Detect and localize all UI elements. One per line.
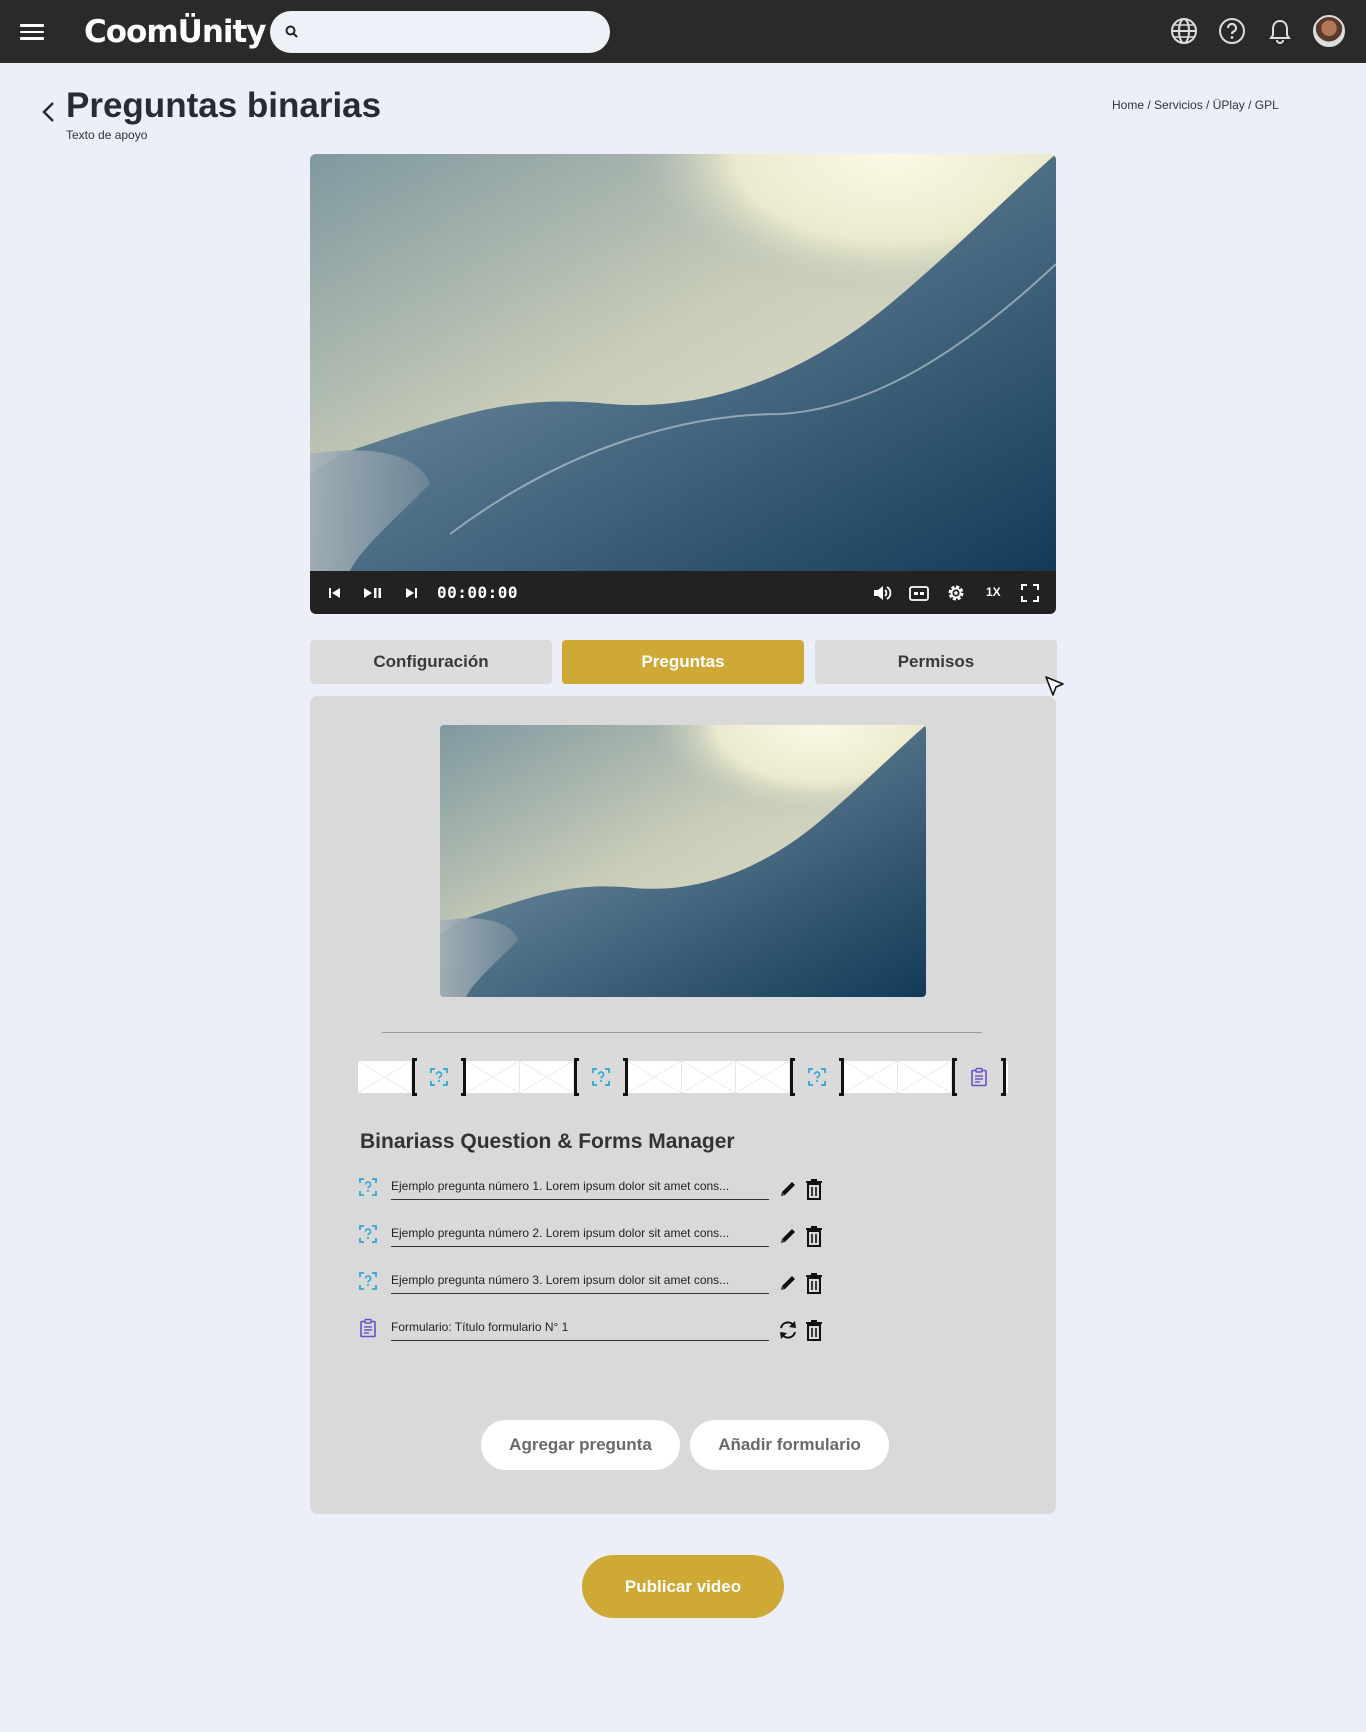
question-text[interactable]: Ejemplo pregunta número 3. Lorem ipsum d… [391, 1271, 769, 1294]
delete-icon[interactable] [804, 1225, 824, 1247]
volume-icon[interactable] [872, 583, 892, 603]
breadcrumb-gpl[interactable]: GPL [1255, 98, 1279, 112]
video-preview[interactable] [440, 725, 926, 997]
captions-icon[interactable] [909, 583, 929, 603]
timeline-frame [628, 1061, 682, 1093]
skip-previous-icon[interactable] [328, 583, 342, 603]
question-text[interactable]: Ejemplo pregunta número 2. Lorem ipsum d… [391, 1224, 769, 1247]
tab-permisos[interactable]: Permisos [815, 640, 1057, 684]
globe-icon[interactable] [1170, 17, 1198, 45]
form-text[interactable]: Formulario: Título formulario N° 1 [391, 1318, 769, 1341]
publish-video-button[interactable]: Publicar video [582, 1555, 784, 1618]
manager-title: Binariass Question & Forms Manager [360, 1130, 735, 1153]
delete-icon[interactable] [804, 1178, 824, 1200]
form-row: Formulario: Título formulario N° 1 [358, 1316, 828, 1346]
timeline-frame [682, 1061, 736, 1093]
add-form-button[interactable]: Añadir formulario [690, 1420, 889, 1470]
form-icon [360, 1318, 376, 1338]
delete-icon[interactable] [804, 1319, 824, 1341]
video-player[interactable] [310, 154, 1056, 571]
question-row: Ejemplo pregunta número 2. Lorem ipsum d… [358, 1222, 828, 1252]
timeline-frame [466, 1061, 520, 1093]
timeline-question-marker[interactable] [790, 1058, 844, 1096]
timeline-frame [358, 1061, 412, 1093]
divider [382, 1032, 982, 1033]
page-title: Preguntas binarias [66, 86, 382, 125]
edit-icon[interactable] [778, 1178, 798, 1200]
edit-icon[interactable] [778, 1225, 798, 1247]
question-row: Ejemplo pregunta número 1. Lorem ipsum d… [358, 1175, 828, 1205]
timeline-frame [898, 1061, 952, 1093]
tab-configuracion[interactable]: Configuración [310, 640, 552, 684]
preview-thumbnail [440, 725, 926, 997]
edit-icon[interactable] [778, 1272, 798, 1294]
question-row: Ejemplo pregunta número 3. Lorem ipsum d… [358, 1269, 828, 1299]
skip-next-icon[interactable] [404, 583, 418, 603]
timeline-question-marker[interactable] [412, 1058, 466, 1096]
breadcrumb-uplay[interactable]: ÜPlay [1213, 98, 1245, 112]
refresh-icon[interactable] [777, 1319, 799, 1341]
top-bar: CoomÜnity [0, 0, 1366, 63]
playback-speed[interactable]: 1X [986, 585, 1001, 599]
back-icon[interactable] [40, 100, 58, 124]
breadcrumb: Home / Servicios / ÜPlay / GPL [1112, 98, 1279, 112]
help-icon[interactable] [1218, 17, 1246, 45]
settings-icon[interactable] [946, 583, 966, 603]
question-icon [359, 1272, 377, 1290]
timecode: 00:00:00 [437, 583, 519, 602]
breadcrumb-home[interactable]: Home [1112, 98, 1144, 112]
question-icon [430, 1068, 448, 1086]
video-thumbnail [310, 154, 1056, 571]
question-icon [359, 1178, 377, 1196]
tab-preguntas[interactable]: Preguntas [562, 640, 804, 684]
bell-icon[interactable] [1266, 17, 1294, 45]
fullscreen-icon[interactable] [1020, 583, 1040, 603]
timeline-question-marker[interactable] [574, 1058, 628, 1096]
form-icon [971, 1067, 987, 1087]
breadcrumb-servicios[interactable]: Servicios [1154, 98, 1203, 112]
delete-icon[interactable] [804, 1272, 824, 1294]
add-question-button[interactable]: Agregar pregunta [481, 1420, 680, 1470]
timeline-frame [736, 1061, 790, 1093]
search-icon [285, 25, 298, 38]
timeline-frame [520, 1061, 574, 1093]
search-input[interactable] [308, 11, 602, 55]
page-subtitle: Texto de apoyo [66, 128, 148, 142]
video-controls: 00:00:00 1X [310, 571, 1056, 614]
questions-panel: Binariass Question & Forms Manager Ejemp… [310, 696, 1056, 1514]
timeline-frame [844, 1061, 898, 1093]
timeline-form-marker[interactable] [952, 1058, 1006, 1096]
question-icon [359, 1225, 377, 1243]
search-bar[interactable] [270, 11, 610, 55]
question-icon [592, 1068, 610, 1086]
menu-icon[interactable] [20, 20, 44, 42]
question-timeline[interactable] [358, 1058, 1008, 1096]
question-text[interactable]: Ejemplo pregunta número 1. Lorem ipsum d… [391, 1177, 769, 1200]
avatar[interactable] [1313, 15, 1345, 47]
play-pause-icon[interactable] [363, 583, 383, 603]
logo[interactable]: CoomÜnity [84, 14, 267, 50]
question-icon [808, 1068, 826, 1086]
